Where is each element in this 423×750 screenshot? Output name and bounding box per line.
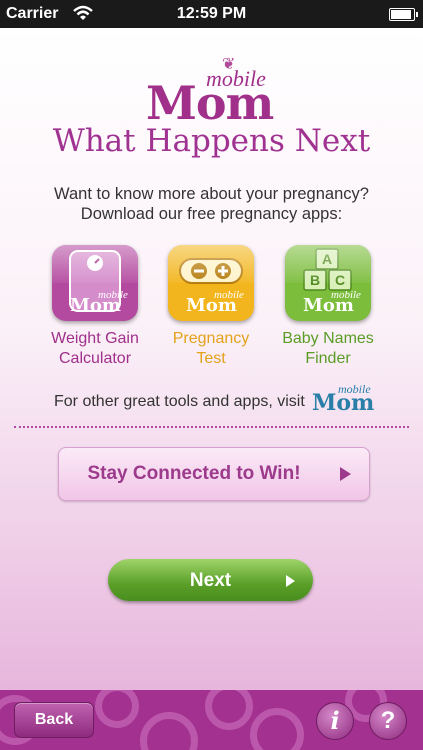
mobile-mom-link[interactable]: mobile Mom — [310, 382, 380, 416]
app-label[interactable]: Weight Gain Calculator — [35, 329, 155, 369]
app-icon-brand-large: Mom — [70, 295, 121, 316]
battery-level — [391, 10, 411, 19]
intro-text: Want to know more about your pregnancy? … — [20, 184, 403, 224]
intro-line-1: Want to know more about your pregnancy? — [54, 185, 369, 203]
app-baby-names-finder[interactable]: A B C mobile Mom Baby Names Finder — [268, 245, 388, 369]
mobile-mom-logo: ❦ mobile Mom — [0, 56, 423, 130]
app-label[interactable]: Pregnancy Test — [151, 329, 271, 369]
status-time: 12:59 PM — [176, 5, 247, 22]
main-content: ❦ mobile Mom What Happens Next Want to k… — [0, 28, 423, 690]
pregnancy-test-icon[interactable]: mobile Mom — [168, 245, 254, 321]
decorative-ring — [250, 708, 304, 750]
back-label: Back — [34, 711, 74, 728]
app-label-line-1: Pregnancy — [172, 330, 250, 347]
app-label[interactable]: Baby Names Finder — [268, 329, 388, 369]
app-icon-brand-large: Mom — [186, 295, 237, 316]
app-label-line-2: Calculator — [58, 350, 132, 367]
dotted-divider — [14, 426, 409, 428]
intro-line-2: Download our free pregnancy apps: — [80, 205, 343, 223]
play-arrow-icon — [340, 467, 351, 481]
back-button[interactable]: Back — [14, 702, 94, 738]
app-label-line-1: Weight Gain — [51, 330, 139, 347]
status-bar: Carrier 12:59 PM — [0, 0, 423, 28]
app-pregnancy-test[interactable]: mobile Mom Pregnancy Test — [151, 245, 271, 369]
app-label-line-2: Test — [196, 350, 226, 367]
next-label: Next — [189, 570, 232, 591]
visit-logo-large: Mom — [312, 390, 375, 416]
stay-connected-label: Stay Connected to Win! — [87, 463, 301, 484]
next-button[interactable]: Next — [108, 559, 313, 601]
app-icon-brand-large: Mom — [303, 295, 354, 316]
help-button[interactable]: ? — [369, 702, 407, 740]
info-icon: i — [330, 706, 340, 735]
app-label-line-2: Finder — [305, 350, 351, 367]
decorative-ring — [95, 690, 139, 728]
info-button[interactable]: i — [316, 702, 354, 740]
logo-large-text: Mom — [146, 76, 274, 130]
decorative-ring — [205, 690, 253, 730]
battery-icon — [389, 8, 418, 21]
play-arrow-icon — [286, 575, 295, 587]
help-icon: ? — [380, 707, 396, 734]
scale-icon[interactable]: mobile Mom — [52, 245, 138, 321]
stay-connected-button[interactable]: Stay Connected to Win! — [58, 447, 370, 501]
decorative-ring — [140, 712, 198, 750]
page-title: What Happens Next — [52, 123, 371, 159]
visit-text: For other great tools and apps, visit — [54, 393, 305, 410]
app-weight-gain-calculator[interactable]: mobile Mom Weight Gain Calculator — [35, 245, 155, 369]
abc-blocks-icon[interactable]: A B C mobile Mom — [285, 245, 371, 321]
bottom-toolbar: Back i ? — [0, 690, 423, 750]
app-label-line-1: Baby Names — [282, 330, 374, 347]
